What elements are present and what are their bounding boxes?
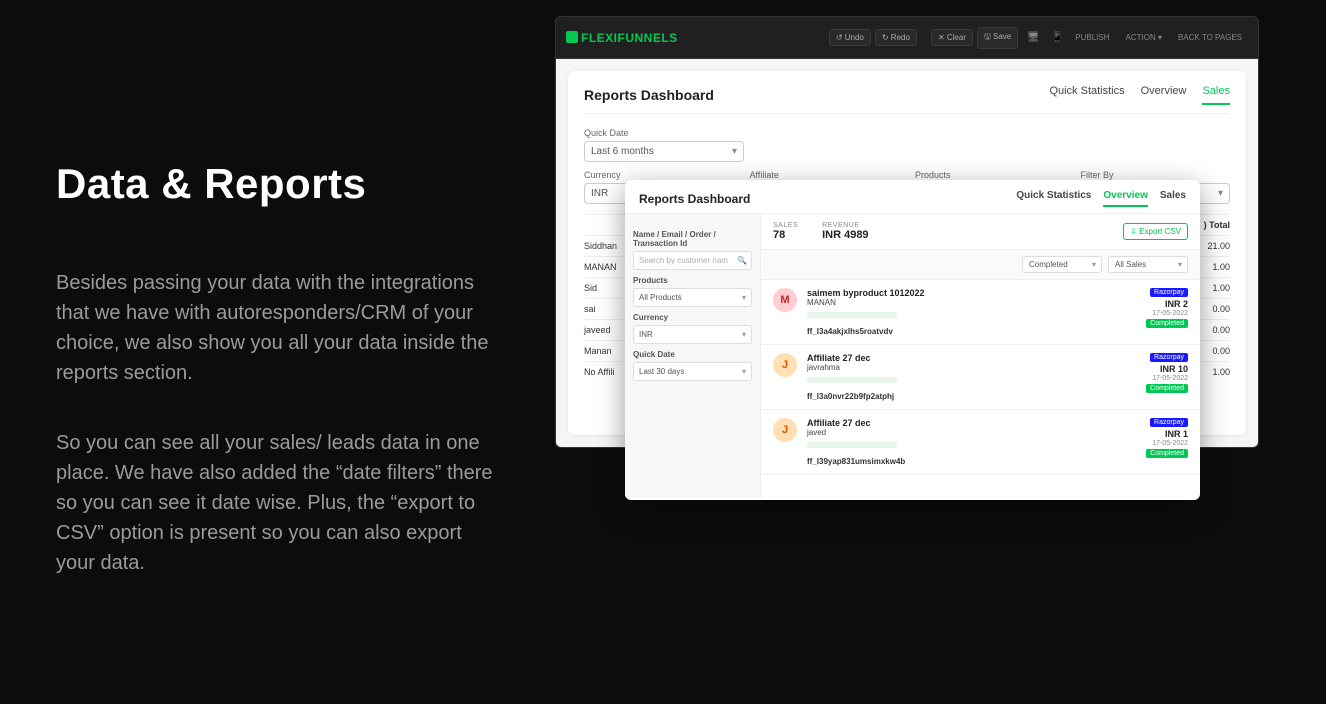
sidebar-currency-select[interactable]: INR xyxy=(633,325,752,344)
undo-button[interactable]: ↺ Undo xyxy=(829,29,871,46)
sidebar-quickdate-label: Quick Date xyxy=(633,350,752,359)
avatar: J xyxy=(773,353,797,377)
tab-quick-statistics[interactable]: Quick Statistics xyxy=(1049,85,1124,105)
quick-date-select[interactable]: Last 6 months xyxy=(584,141,744,162)
item-amount: INR 10 xyxy=(1118,364,1188,374)
sales-list: Msaimem byproduct 1012022MANAN ff_I3a4akj… xyxy=(761,280,1200,498)
redo-button[interactable]: ↻ Redo xyxy=(875,29,917,46)
item-email-blurred xyxy=(807,442,897,448)
stat-sales-value: 78 xyxy=(773,229,798,241)
publish-button[interactable]: PUBLISH xyxy=(1069,30,1115,45)
search-label: Name / Email / Order / Transaction Id xyxy=(633,230,752,248)
sidebar-products-label: Products xyxy=(633,276,752,285)
gateway-badge: Razorpay xyxy=(1150,418,1188,427)
brand-logo: FLEXIFUNNELS xyxy=(566,31,678,45)
item-customer: javed xyxy=(807,428,1118,437)
stat-revenue-value: INR 4989 xyxy=(822,229,868,241)
products-label: Products xyxy=(915,170,1065,180)
item-transaction-id: ff_I3a4akjxIhs5roatvdv xyxy=(807,327,1118,336)
filterby-label: Filter By xyxy=(1081,170,1231,180)
sidebar-currency-label: Currency xyxy=(633,313,752,322)
overlay-title: Reports Dashboard xyxy=(639,192,750,206)
list-item[interactable]: J Affiliate 27 decjavrahma ff_I3a0nvr22b9f… xyxy=(761,345,1200,410)
desktop-view-icon[interactable]: 🖥 xyxy=(1024,31,1042,45)
back-to-pages-link[interactable]: BACK TO PAGES xyxy=(1172,30,1248,45)
status-filter-select[interactable]: Completed xyxy=(1022,256,1102,273)
export-csv-button[interactable]: ⇩ Export CSV xyxy=(1123,223,1188,240)
item-amount: INR 2 xyxy=(1118,299,1188,309)
item-date: 17-05-2022 xyxy=(1118,375,1188,382)
overlay-tab-sales[interactable]: Sales xyxy=(1160,190,1186,207)
item-customer: javrahma xyxy=(807,363,1118,372)
avatar: M xyxy=(773,288,797,312)
item-amount: INR 1 xyxy=(1118,429,1188,439)
page-title: Reports Dashboard xyxy=(584,87,714,103)
overlay-tab-overview[interactable]: Overview xyxy=(1103,190,1147,207)
stat-sales-label: SALES xyxy=(773,222,798,229)
sidebar-products-select[interactable]: All Products xyxy=(633,288,752,307)
item-transaction-id: ff_I3a0nvr22b9fp2atphj xyxy=(807,392,1118,401)
dashboard-header: Reports Dashboard Quick Statistics Overv… xyxy=(584,85,1230,114)
reports-overlay: Reports Dashboard Quick Statistics Overv… xyxy=(625,180,1200,500)
marketing-para-1: Besides passing your data with the integ… xyxy=(56,268,496,388)
mobile-view-icon[interactable]: 📱 xyxy=(1048,31,1066,45)
stat-sales: SALES 78 xyxy=(773,222,798,241)
currency-label: Currency xyxy=(584,170,734,180)
marketing-copy: Data & Reports Besides passing your data… xyxy=(56,160,496,618)
status-badge: Completed xyxy=(1146,449,1188,458)
sales-filter-select[interactable]: All Sales xyxy=(1108,256,1188,273)
item-email-blurred xyxy=(807,312,897,318)
marketing-para-2: So you can see all your sales/ leads dat… xyxy=(56,428,496,578)
stat-revenue-label: REVENUE xyxy=(822,222,868,229)
status-badge: Completed xyxy=(1146,319,1188,328)
editor-toolbar: FLEXIFUNNELS ↺ Undo ↻ Redo ✕ Clear 🖫 Sav… xyxy=(556,17,1258,59)
item-transaction-id: ff_I39yap831umsimxkw4b xyxy=(807,457,1118,466)
tab-sales[interactable]: Sales xyxy=(1202,85,1230,105)
item-title: saimem byproduct 1012022 xyxy=(807,288,1118,298)
tab-overview[interactable]: Overview xyxy=(1141,85,1187,105)
item-customer: MANAN xyxy=(807,298,1118,307)
overlay-tab-quick-statistics[interactable]: Quick Statistics xyxy=(1016,190,1091,207)
sidebar-quickdate-select[interactable]: Last 30 days xyxy=(633,362,752,381)
status-badge: Completed xyxy=(1146,384,1188,393)
save-button[interactable]: 🖫 Save xyxy=(977,27,1018,49)
quick-date-label: Quick Date xyxy=(584,128,744,138)
marketing-heading: Data & Reports xyxy=(56,160,496,208)
affiliate-label: Affiliate xyxy=(750,170,900,180)
gateway-badge: Razorpay xyxy=(1150,288,1188,297)
search-input[interactable]: Search by customer nam xyxy=(633,251,752,270)
clear-button[interactable]: ✕ Clear xyxy=(931,29,973,46)
list-item[interactable]: Msaimem byproduct 1012022MANAN ff_I3a4akj… xyxy=(761,280,1200,345)
stat-revenue: REVENUE INR 4989 xyxy=(822,222,868,241)
item-date: 17-05-2022 xyxy=(1118,310,1188,317)
item-date: 17-05-2022 xyxy=(1118,440,1188,447)
filter-sidebar: Name / Email / Order / Transaction Id Se… xyxy=(625,214,761,498)
action-menu[interactable]: ACTION ▾ xyxy=(1120,30,1168,45)
item-title: Affiliate 27 dec xyxy=(807,418,1118,428)
brand-logo-icon xyxy=(566,31,578,43)
item-title: Affiliate 27 dec xyxy=(807,353,1118,363)
avatar: J xyxy=(773,418,797,442)
list-item[interactable]: J Affiliate 27 decjaved ff_I39yap831umsimx… xyxy=(761,410,1200,475)
gateway-badge: Razorpay xyxy=(1150,353,1188,362)
item-email-blurred xyxy=(807,377,897,383)
